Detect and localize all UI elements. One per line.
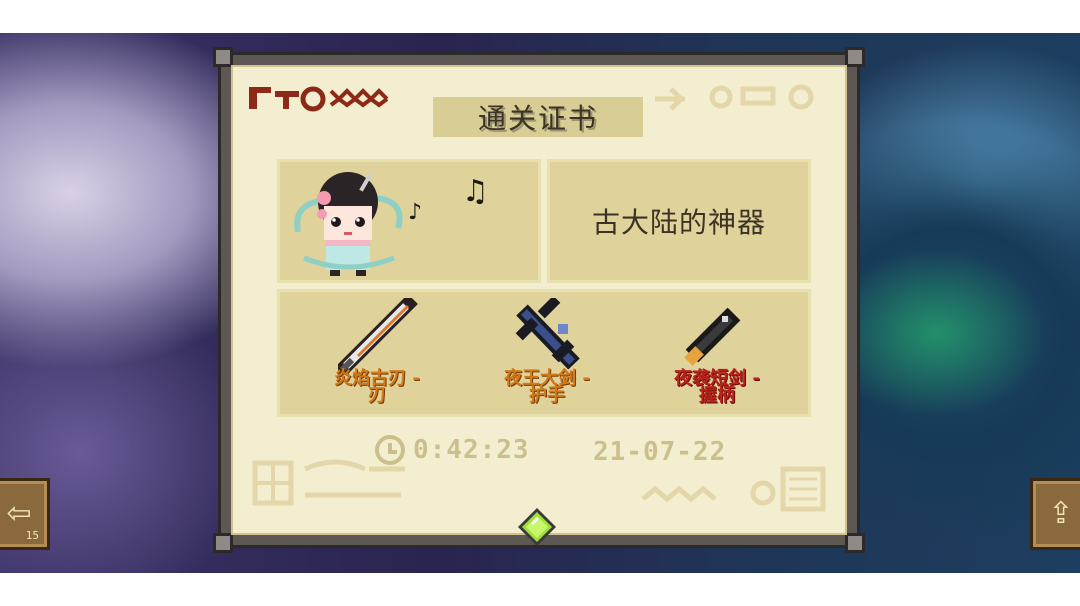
item-slot[interactable]: 炎焰古刃 - 刃 bbox=[302, 292, 452, 420]
frame-corner bbox=[845, 533, 865, 553]
title-band: 通关证书 bbox=[433, 97, 643, 137]
decorative-pattern-right bbox=[651, 81, 831, 117]
exit-button-number: 15 bbox=[25, 529, 39, 542]
dark-guard-icon bbox=[515, 298, 580, 370]
item-label: 炎焰古刃 - 刃 bbox=[334, 368, 420, 406]
items-panel: 炎焰古刃 - 刃 夜王大剑 - 护手 夜袭短剑 - 握柄 bbox=[277, 289, 811, 417]
certificate-paper: 通关证书 ♪ ♫ 古大陆的神器 炎焰古刃 - 刃 夜王大剑 - 护手 夜袭短剑 … bbox=[231, 65, 847, 535]
certificate-frame: 通关证书 ♪ ♫ 古大陆的神器 炎焰古刃 - 刃 夜王大剑 - 护手 夜袭短剑 … bbox=[213, 47, 865, 553]
dagger-hilt-icon bbox=[684, 307, 741, 366]
green-gem-icon bbox=[518, 508, 556, 546]
character-name: 古大陆的神器 bbox=[591, 206, 766, 239]
item-label: 夜袭短剑 - 握柄 bbox=[674, 368, 760, 406]
decorative-pattern-bottom-left bbox=[252, 459, 405, 506]
frame-corner bbox=[213, 533, 233, 553]
exit-button[interactable]: ⇦ 15 bbox=[0, 478, 50, 550]
share-button[interactable]: ⇪ bbox=[1030, 478, 1080, 550]
decorative-pattern-left bbox=[247, 79, 397, 117]
exit-icon: ⇦ bbox=[6, 496, 32, 531]
frame-corner bbox=[845, 47, 865, 67]
character-panel: ♪ ♫ bbox=[277, 159, 541, 283]
music-notes-icon: ♫ bbox=[462, 174, 489, 209]
orange-blade-icon bbox=[338, 298, 418, 374]
item-slot[interactable]: 夜袭短剑 - 握柄 bbox=[642, 292, 792, 420]
music-note-icon: ♪ bbox=[408, 200, 423, 225]
item-slot[interactable]: 夜王大剑 - 护手 bbox=[472, 292, 622, 420]
share-icon: ⇪ bbox=[1048, 496, 1074, 531]
decorative-pattern-bottom-right bbox=[641, 466, 826, 512]
certificate-title: 通关证书 bbox=[477, 102, 598, 135]
clear-time-value: 0:42:23 bbox=[413, 435, 530, 465]
item-label: 夜王大剑 - 护手 bbox=[504, 368, 590, 406]
character-name-panel: 古大陆的神器 bbox=[547, 159, 811, 283]
frame-corner bbox=[213, 47, 233, 67]
character-portrait-icon bbox=[294, 172, 403, 276]
